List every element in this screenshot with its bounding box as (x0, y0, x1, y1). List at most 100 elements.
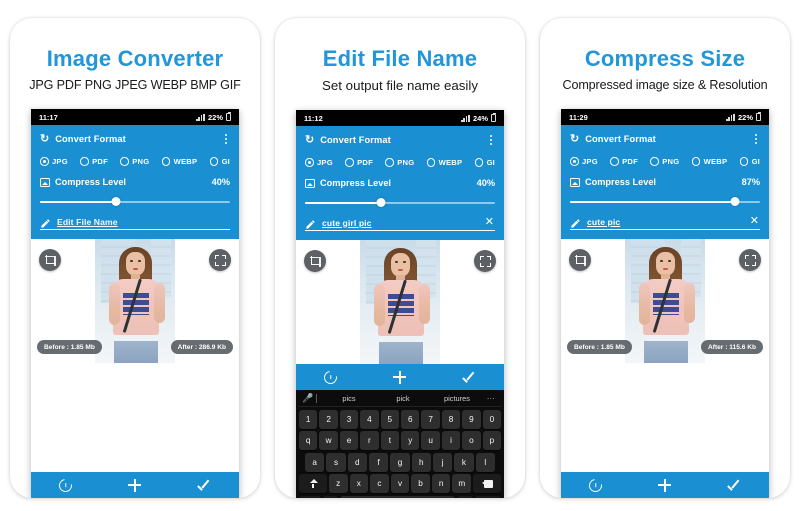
key-e[interactable]: e (339, 431, 359, 450)
confirm-button[interactable] (197, 478, 211, 492)
format-option-jpg[interactable]: JPG (40, 157, 68, 166)
key-w[interactable]: w (319, 431, 338, 450)
format-option-png[interactable]: PNG (385, 158, 414, 167)
period-key[interactable]: . (457, 495, 473, 498)
key-0[interactable]: 0 (482, 409, 502, 429)
mic-icon[interactable]: 🎤 (302, 393, 313, 404)
backspace-key[interactable] (473, 474, 501, 493)
key-6[interactable]: 6 (401, 409, 420, 429)
radio-dot[interactable] (345, 158, 354, 167)
space-key[interactable]: English (US) (340, 495, 456, 498)
radio-dot[interactable] (161, 157, 171, 166)
format-option-gi[interactable]: GI (209, 157, 230, 166)
key-r[interactable]: r (360, 431, 379, 450)
radio-dot[interactable] (570, 157, 579, 166)
crop-button[interactable] (304, 250, 326, 272)
radio-dot[interactable] (385, 158, 394, 167)
key-2[interactable]: 2 (319, 409, 338, 429)
format-option-jpg[interactable]: JPG (570, 157, 598, 166)
filename-input[interactable]: cute pic (587, 217, 743, 227)
format-option-jpg[interactable]: JPG (305, 158, 333, 167)
format-option-png[interactable]: PNG (650, 157, 679, 166)
radio-dot[interactable] (691, 157, 701, 166)
expand-button[interactable] (739, 249, 761, 271)
symbols-key[interactable]: !#1 (299, 495, 322, 498)
key-j[interactable]: j (432, 452, 453, 472)
key-v[interactable]: v (390, 474, 410, 493)
expand-button[interactable] (474, 250, 496, 272)
format-option-pdf[interactable]: PDF (345, 158, 373, 167)
key-5[interactable]: 5 (380, 409, 400, 429)
key-b[interactable]: b (411, 474, 430, 493)
key-f[interactable]: f (368, 452, 389, 472)
suggestion-item[interactable]: pictures (430, 394, 484, 403)
format-option-webp[interactable]: WEBP (426, 158, 463, 167)
key-o[interactable]: o (462, 431, 481, 450)
radio-dot[interactable] (474, 158, 484, 167)
key-n[interactable]: n (431, 474, 451, 493)
suggestion-item[interactable]: pics (322, 394, 376, 403)
key-k[interactable]: k (454, 452, 474, 472)
format-option-pdf[interactable]: PDF (610, 157, 638, 166)
key-q[interactable]: q (299, 431, 318, 450)
history-button[interactable] (321, 367, 340, 387)
key-s[interactable]: s (326, 452, 346, 472)
format-option-webp[interactable]: WEBP (161, 157, 198, 166)
radio-dot[interactable] (650, 157, 659, 166)
key-7[interactable]: 7 (421, 409, 440, 429)
radio-dot[interactable] (426, 158, 436, 167)
kebab-menu-icon[interactable] (752, 132, 760, 145)
key-i[interactable]: i (441, 431, 461, 450)
key-4[interactable]: 4 (360, 409, 379, 429)
overflow-icon[interactable]: ⋯ (484, 394, 498, 403)
confirm-button[interactable] (462, 370, 476, 384)
comma-key[interactable]: : (323, 495, 339, 498)
slider-knob[interactable] (376, 198, 386, 207)
compress-level-slider[interactable] (570, 196, 760, 207)
key-3[interactable]: 3 (339, 409, 359, 429)
expand-button[interactable] (209, 249, 231, 271)
radio-dot[interactable] (40, 157, 49, 166)
crop-button[interactable] (39, 249, 61, 271)
history-button[interactable] (586, 475, 605, 495)
kebab-menu-icon[interactable] (487, 133, 495, 146)
compress-level-slider[interactable] (305, 197, 495, 208)
suggestion-item[interactable]: pick (376, 394, 430, 403)
shift-key[interactable] (299, 474, 327, 493)
slider-knob[interactable] (111, 197, 121, 206)
add-button[interactable] (128, 478, 142, 492)
key-1[interactable]: 1 (299, 409, 318, 429)
key-y[interactable]: y (401, 431, 420, 450)
key-a[interactable]: a (305, 452, 325, 472)
format-option-pdf[interactable]: PDF (80, 157, 108, 166)
key-g[interactable]: g (390, 452, 410, 472)
slider-knob[interactable] (730, 197, 740, 206)
key-d[interactable]: d (347, 452, 367, 472)
key-8[interactable]: 8 (441, 409, 461, 429)
format-option-gi[interactable]: GI (474, 158, 495, 167)
confirm-button[interactable] (727, 478, 741, 492)
crop-button[interactable] (569, 249, 591, 271)
clear-filename-icon[interactable]: ✕ (749, 216, 760, 227)
radio-dot[interactable] (209, 157, 219, 166)
radio-dot[interactable] (80, 157, 89, 166)
format-option-png[interactable]: PNG (120, 157, 149, 166)
kebab-menu-icon[interactable] (222, 132, 230, 145)
filename-input[interactable]: Edit File Name (57, 217, 230, 227)
key-p[interactable]: p (482, 431, 502, 450)
key-h[interactable]: h (411, 452, 431, 472)
add-button[interactable] (393, 370, 407, 384)
add-button[interactable] (658, 478, 672, 492)
compress-level-slider[interactable] (40, 196, 230, 207)
key-u[interactable]: u (421, 431, 440, 450)
key-x[interactable]: x (349, 474, 369, 493)
key-l[interactable]: l (475, 452, 495, 472)
radio-dot[interactable] (120, 157, 129, 166)
key-t[interactable]: t (380, 431, 400, 450)
key-c[interactable]: c (370, 474, 389, 493)
filename-input[interactable]: cute girl pic (322, 218, 478, 228)
done-key[interactable]: Done (474, 495, 502, 498)
radio-dot[interactable] (739, 157, 749, 166)
radio-dot[interactable] (305, 158, 314, 167)
format-option-webp[interactable]: WEBP (691, 157, 728, 166)
